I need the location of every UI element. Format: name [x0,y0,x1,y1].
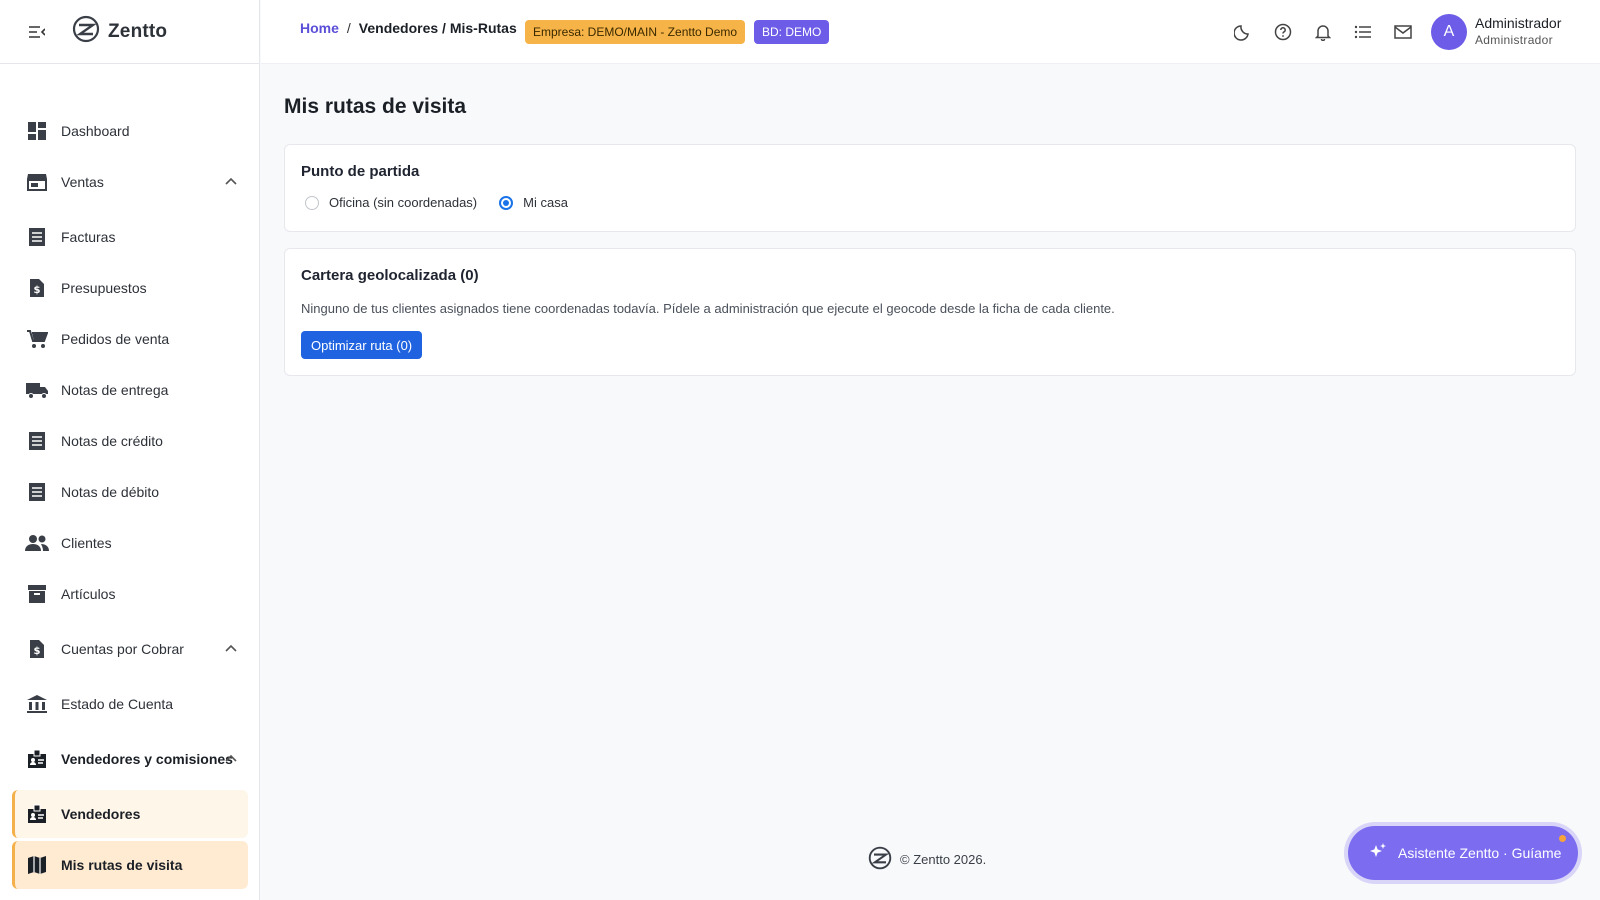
sidebar-item-label: Estado de Cuenta [61,696,174,712]
company-badge: Empresa: DEMO/MAIN - Zentto Demo [525,20,746,44]
notifications-bell-icon[interactable] [1312,21,1334,43]
database-badge: BD: DEMO [754,20,830,44]
sidebar-item-label: Ventas [61,174,104,190]
store-icon [25,170,49,194]
chevron-up-icon [225,644,237,652]
sidebar-item-label: Notas de débito [61,484,160,500]
sidebar-item-label: Vendedores [61,806,141,822]
assistant-notification-dot [1559,835,1566,842]
request-quote-icon: $ [25,276,49,300]
sidebar-item-label: Vendedores y comisiones [61,751,233,767]
avatar[interactable]: A [1431,14,1467,50]
sidebar-item-notas-de-debito[interactable]: Notas de débito [12,468,248,516]
user-name: Administrador [1475,15,1562,31]
start-point-card: Punto de partida Oficina (sin coordenada… [284,144,1576,232]
geolocated-portfolio-card: Cartera geolocalizada (0) Ninguno de tus… [284,248,1576,376]
top-bar: Home / Vendedores / Mis-Rutas Empresa: D… [261,0,1600,64]
sidebar-item-clientes[interactable]: Clientes [12,519,248,567]
sidebar-item-cuentas-por-cobrar[interactable]: $ Cuentas por Cobrar [12,625,248,673]
task-list-icon[interactable] [1352,21,1374,43]
brand-name: Zentto [108,20,168,42]
sidebar-item-articulos[interactable]: Artículos [12,570,248,618]
sidebar-item-vendedores-y-comisiones[interactable]: Vendedores y comisiones [12,735,248,783]
sidebar-item-dashboard[interactable]: Dashboard [12,107,248,155]
mail-icon[interactable] [1392,21,1414,43]
sidebar-item-label: Dashboard [61,123,130,139]
radio-home-label[interactable]: Mi casa [523,195,568,210]
assistant-button[interactable]: Asistente Zentto · Guíame [1348,826,1578,880]
portfolio-empty-message: Ninguno de tus clientes asignados tiene … [301,301,1115,316]
footer: © Zentto 2026. [868,846,986,873]
sidebar-item-label: Notas de crédito [61,433,163,449]
page-title: Mis rutas de visita [284,95,467,118]
badge-icon [25,802,49,826]
sidebar-item-estado-de-cuenta[interactable]: Estado de Cuenta [12,680,248,728]
zentto-logo-icon [72,15,100,48]
badge-icon [25,747,49,771]
bank-icon [25,692,49,716]
sidebar: Zentto Dashboard Ventas Facturas $ Presu… [0,0,260,900]
dark-mode-moon-icon[interactable] [1232,21,1254,43]
sidebar-item-label: Clientes [61,535,112,551]
sidebar-item-label: Pedidos de venta [61,331,170,347]
sidebar-item-label: Facturas [61,229,116,245]
radio-home[interactable] [499,195,514,210]
breadcrumb-separator: / [346,20,351,36]
start-point-title: Punto de partida [301,163,420,180]
sidebar-item-mis-rutas-de-visita[interactable]: Mis rutas de visita [12,841,248,889]
sidebar-item-label: Notas de entrega [61,382,169,398]
breadcrumb-current: Vendedores / Mis-Rutas [358,20,517,36]
map-icon [25,853,49,877]
svg-text:$: $ [34,285,41,296]
receipt-icon [25,225,49,249]
breadcrumb-home-link[interactable]: Home [300,20,339,36]
chevron-up-icon [225,177,237,185]
sparkle-icon [1368,842,1388,865]
footer-copyright: © Zentto 2026. [900,852,987,867]
inventory-box-icon [25,582,49,606]
breadcrumb: Home / Vendedores / Mis-Rutas [300,20,517,36]
portfolio-title: Cartera geolocalizada (0) [301,267,479,284]
assistant-label: Asistente Zentto · Guíame [1398,845,1562,861]
svg-text:$: $ [34,646,41,657]
request-quote-icon: $ [25,637,49,661]
sidebar-item-pedidos-de-venta[interactable]: Pedidos de venta [12,315,248,363]
receipt-icon [25,480,49,504]
sidebar-item-notas-de-entrega[interactable]: Notas de entrega [12,366,248,414]
sidebar-item-notas-de-credito[interactable]: Notas de crédito [12,417,248,465]
radio-office-label[interactable]: Oficina (sin coordenadas) [329,195,477,210]
menu-collapse-icon[interactable] [28,23,46,41]
sidebar-item-presupuestos[interactable]: $ Presupuestos [12,264,248,312]
chevron-up-icon [225,754,237,762]
user-role: Administrador [1475,33,1553,47]
help-icon[interactable] [1272,21,1294,43]
people-icon [25,531,49,555]
optimize-route-button[interactable]: Optimizar ruta (0) [301,331,423,359]
receipt-icon [25,429,49,453]
sidebar-item-facturas[interactable]: Facturas [12,213,248,261]
truck-icon [25,378,49,402]
sidebar-item-vendedores[interactable]: Vendedores [12,790,248,838]
zentto-logo-icon [868,846,892,873]
sidebar-item-label: Artículos [61,586,116,602]
sidebar-item-ventas[interactable]: Ventas [12,158,248,206]
shopping-cart-icon [25,327,49,351]
start-point-options: Oficina (sin coordenadas) Mi casa [305,195,568,210]
sidebar-item-label: Mis rutas de visita [61,857,183,873]
radio-office[interactable] [305,195,319,210]
sidebar-item-label: Cuentas por Cobrar [61,641,184,657]
brand[interactable]: Zentto [72,15,167,48]
sidebar-item-label: Presupuestos [61,280,147,296]
dashboard-icon [25,119,49,143]
sidebar-header: Zentto [0,0,259,64]
